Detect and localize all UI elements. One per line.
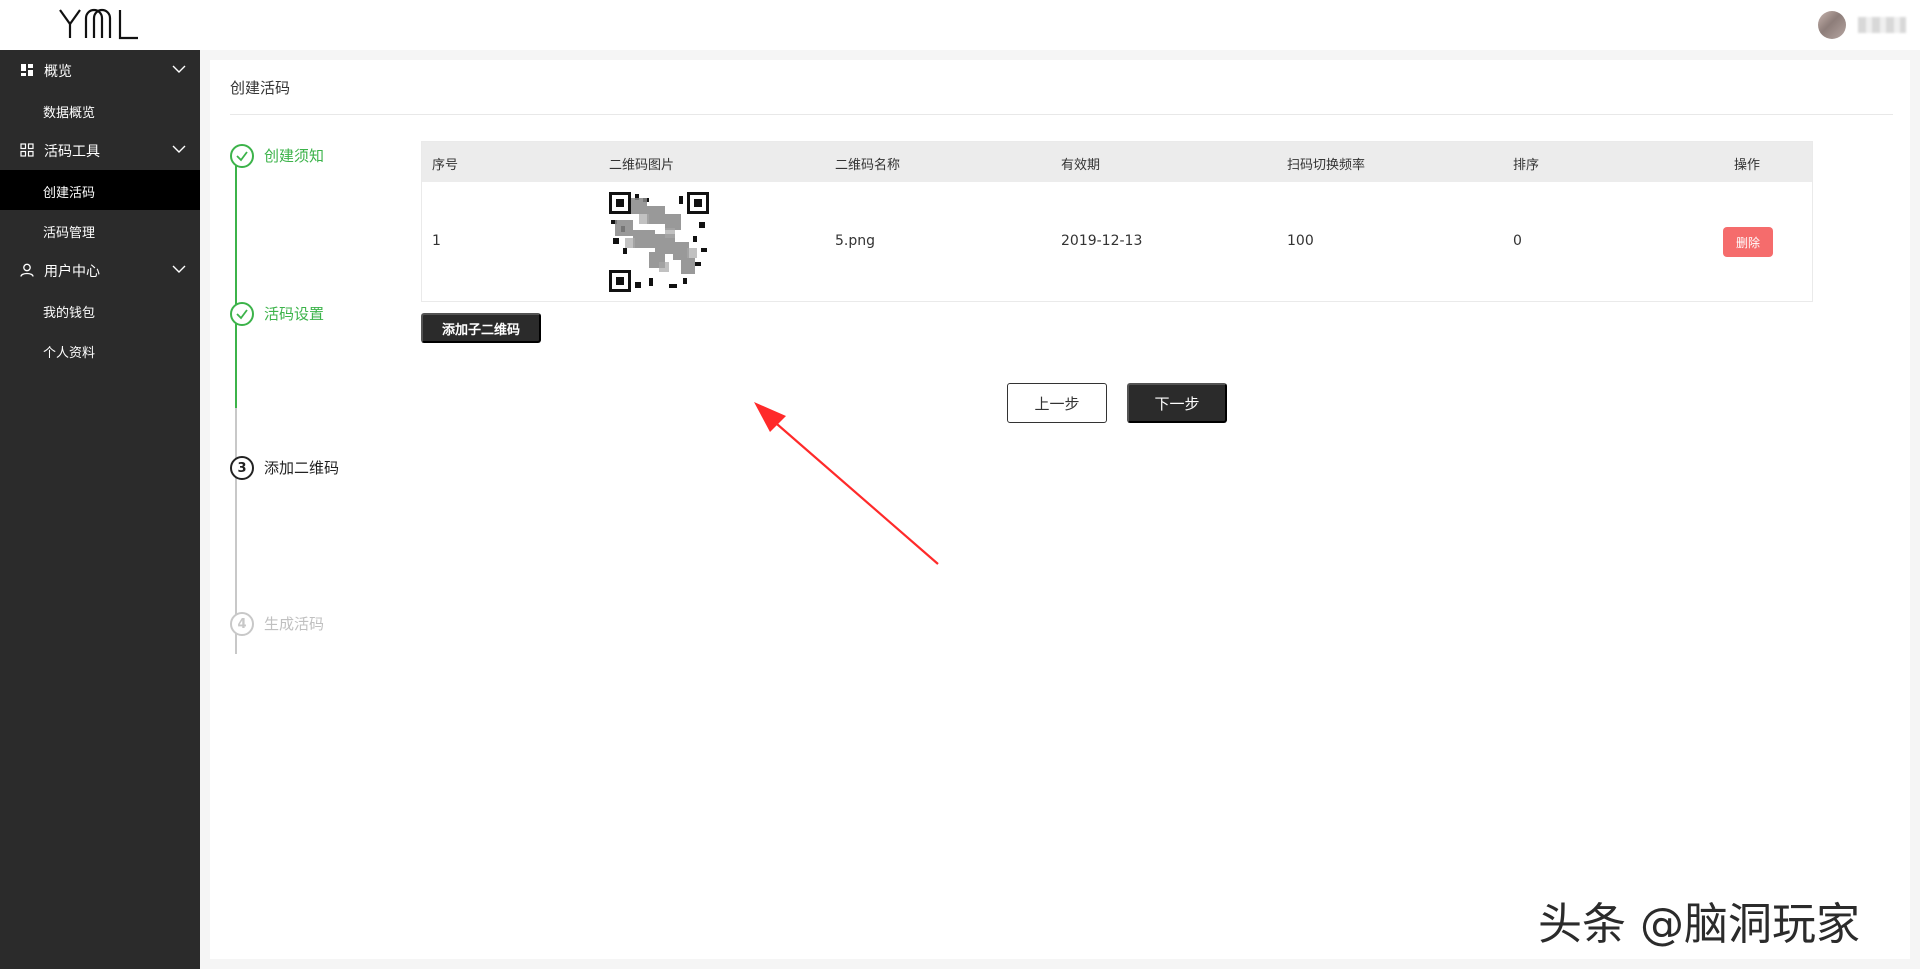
step-number: 4 <box>230 612 254 636</box>
sidebar-item-label: 创建活码 <box>43 186 96 201</box>
chevron-down-icon <box>172 145 186 153</box>
column-header: 二维码名称 <box>835 158 901 173</box>
sidebar-item-profile[interactable]: 个人资料 <box>0 330 200 370</box>
expiry-date: 2019-12-13 <box>1061 233 1143 249</box>
qrcode-image[interactable] <box>609 192 709 292</box>
sidebar-group-qrcode-tools[interactable]: 活码工具 <box>0 130 200 170</box>
divider <box>230 114 1893 115</box>
sidebar-item-label: 活码管理 <box>43 226 96 241</box>
annotation-arrow <box>754 402 939 565</box>
user-icon <box>20 263 34 277</box>
user-avatar[interactable] <box>1818 11 1846 39</box>
sidebar-item-label: 数据概览 <box>43 106 96 121</box>
main-panel: 创建活码 创建须知 活码设置 3 添加二维码 4 生成活码 序号 二维码图片 二… <box>210 60 1910 959</box>
check-icon <box>230 144 254 168</box>
step-label: 生成活码 <box>264 615 325 633</box>
column-header: 排序 <box>1513 158 1540 173</box>
column-header: 序号 <box>432 158 459 173</box>
sidebar-item-my-wallet[interactable]: 我的钱包 <box>0 290 200 330</box>
check-icon <box>230 302 254 326</box>
logo[interactable] <box>58 4 142 40</box>
column-header: 操作 <box>1734 158 1761 173</box>
sort-order: 0 <box>1513 233 1522 249</box>
top-bar <box>0 0 1920 50</box>
sidebar-item-create-qrcode[interactable]: 创建活码 <box>0 170 200 210</box>
step-label: 添加二维码 <box>264 459 340 477</box>
sidebar-group-label: 活码工具 <box>44 144 100 160</box>
sidebar-group-label: 用户中心 <box>44 264 100 280</box>
delete-button[interactable]: 删除 <box>1723 227 1773 257</box>
sidebar-group-user-center[interactable]: 用户中心 <box>0 250 200 290</box>
add-sub-qrcode-button[interactable]: 添加子二维码 <box>421 313 541 343</box>
column-header: 扫码切换频率 <box>1287 158 1366 173</box>
chevron-down-icon <box>172 65 186 73</box>
page-title: 创建活码 <box>230 79 291 97</box>
step-label: 活码设置 <box>264 305 325 323</box>
sidebar-item-label: 我的钱包 <box>43 306 96 321</box>
watermark: 头条 @脑洞玩家 <box>1538 899 1860 950</box>
qrcode-name: 5.png <box>835 233 876 249</box>
table-header: 序号 二维码图片 二维码名称 有效期 扫码切换频率 排序 操作 <box>422 142 1812 182</box>
step-number: 3 <box>230 456 254 480</box>
qrcode-table: 序号 二维码图片 二维码名称 有效期 扫码切换频率 排序 操作 1 5.png … <box>421 141 1813 302</box>
sidebar-group-overview[interactable]: 概览 <box>0 50 200 90</box>
sidebar-group-label: 概览 <box>44 64 72 80</box>
step-label: 创建须知 <box>264 147 325 165</box>
sidebar-item-data-overview[interactable]: 数据概览 <box>0 90 200 130</box>
dashboard-icon <box>21 64 33 76</box>
row-index: 1 <box>432 233 441 249</box>
next-step-button[interactable]: 下一步 <box>1127 383 1227 423</box>
grid-icon <box>20 143 34 157</box>
column-header: 二维码图片 <box>609 158 675 173</box>
table-row: 1 5.png 2019-12-13 100 0 删除 <box>422 182 1812 302</box>
chevron-down-icon <box>172 265 186 273</box>
switch-rate: 100 <box>1287 233 1314 249</box>
step-connector-done <box>235 150 237 408</box>
username-blurred[interactable] <box>1858 17 1906 33</box>
previous-step-button[interactable]: 上一步 <box>1007 383 1107 423</box>
column-header: 有效期 <box>1061 158 1101 173</box>
sidebar-item-qrcode-management[interactable]: 活码管理 <box>0 210 200 250</box>
sidebar-item-label: 个人资料 <box>43 346 96 361</box>
sidebar: 概览 数据概览 活码工具 创建活码 活码管理 用户中心 我的钱包 个人资料 <box>0 50 200 969</box>
